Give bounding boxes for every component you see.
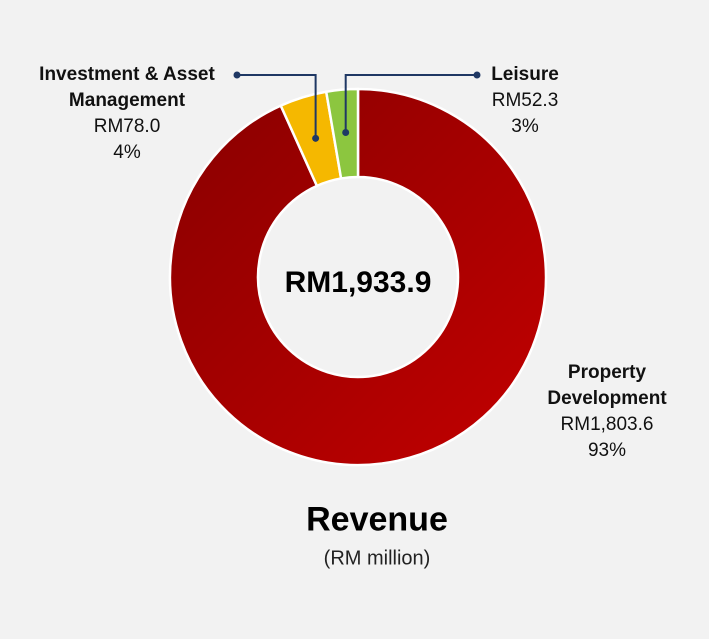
label-leisure: Leisure RM52.3 3%: [482, 62, 568, 140]
label-property-name-line1: Property: [567, 362, 647, 383]
chart-title: Revenue: [306, 500, 448, 539]
label-property-development: Property Development RM1,803.6 93%: [532, 360, 682, 464]
label-investment-asset-management: Investment & Asset Management RM78.0 4%: [28, 62, 226, 166]
total-revenue-value: RM1,933.9: [284, 266, 432, 299]
label-leisure-value: RM52.3: [491, 90, 559, 111]
label-property-value: RM1,803.6: [560, 414, 654, 435]
leader-dot-investment-asset-management: [233, 71, 241, 79]
label-leisure-percent: 3%: [511, 116, 539, 137]
label-investment-name-line1: Investment & Asset: [39, 64, 215, 85]
label-investment-percent: 4%: [113, 142, 141, 163]
label-investment-value: RM78.0: [93, 116, 161, 137]
label-property-percent: 93%: [587, 440, 627, 461]
leader-dot-leisure: [342, 129, 350, 137]
label-leisure-name: Leisure: [491, 64, 559, 85]
leader-dot-leisure: [473, 71, 481, 79]
label-investment-name-line2: Management: [68, 90, 186, 111]
leader-dot-investment-asset-management: [312, 134, 320, 142]
label-property-name-line2: Development: [547, 388, 667, 409]
chart-subtitle: (RM million): [323, 547, 431, 570]
